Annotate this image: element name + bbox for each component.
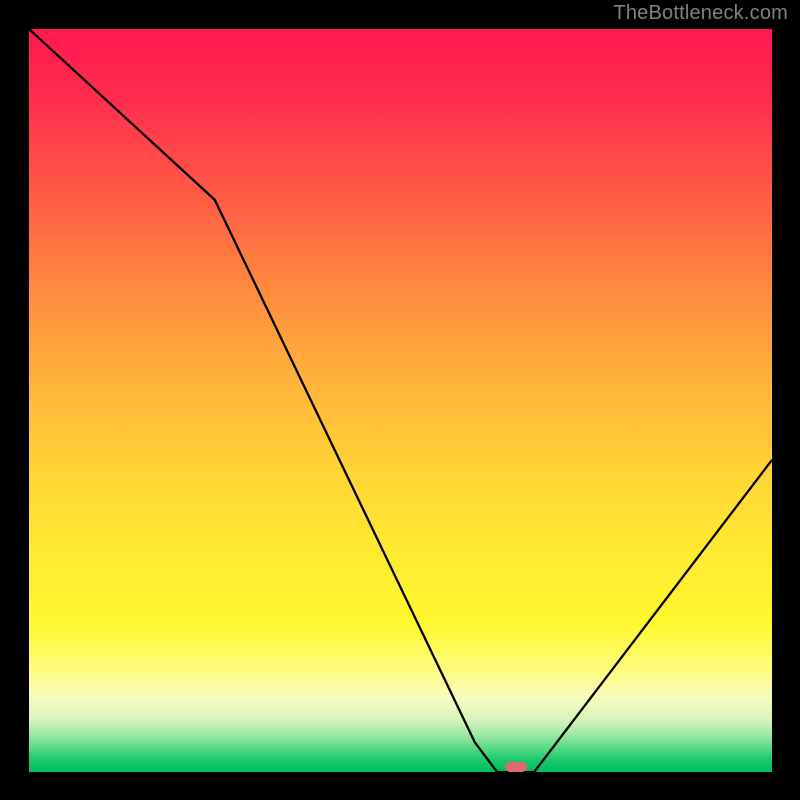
watermark-text: TheBottleneck.com [613,2,788,25]
chart-frame: TheBottleneck.com [0,0,800,800]
plot-area [29,29,772,772]
value-marker [505,762,527,772]
bottleneck-curve [29,29,772,772]
